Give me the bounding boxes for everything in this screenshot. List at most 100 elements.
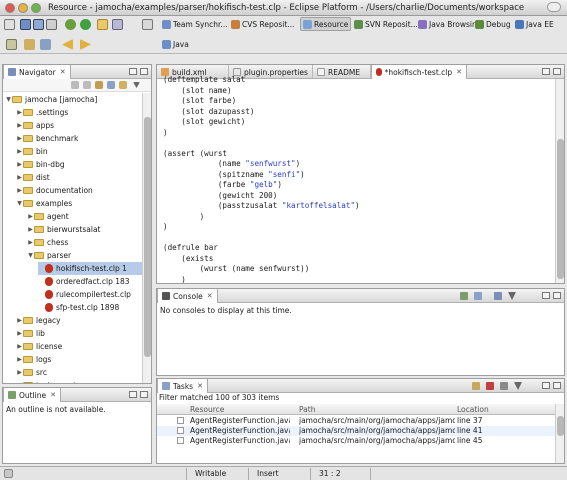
navigator-item[interactable]: ▶ bierwurstsalat: [27, 223, 142, 236]
perspective-resource[interactable]: Resource: [300, 17, 352, 31]
view-menu-icon[interactable]: [133, 82, 140, 88]
view-menu-icon[interactable]: [514, 382, 522, 390]
perspective-java[interactable]: Java: [160, 37, 191, 51]
minimize-icon[interactable]: [542, 68, 550, 75]
save-all-icon[interactable]: [33, 19, 44, 30]
minimize-window-button[interactable]: [18, 3, 28, 13]
tasks-scrollbar[interactable]: [555, 404, 564, 463]
open-folder-icon[interactable]: [97, 19, 108, 30]
perspective-svn[interactable]: SVN Reposit...: [352, 17, 420, 31]
tab-console[interactable]: Console ✕: [157, 289, 218, 303]
navigator-item[interactable]: ▶ .settings: [16, 106, 142, 119]
run-icon[interactable]: [80, 19, 91, 30]
navigator-item[interactable]: ▶ test-reports: [16, 379, 142, 383]
minimize-icon[interactable]: [542, 292, 550, 299]
build-icon[interactable]: [6, 39, 17, 50]
navigator-item[interactable]: ▶ logs: [16, 353, 142, 366]
navigator-item[interactable]: ▼ parser: [27, 249, 142, 262]
tab-navigator[interactable]: Navigator ✕: [3, 65, 71, 79]
navigator-scrollbar[interactable]: [142, 93, 151, 383]
collapsed-arrow-icon[interactable]: ▶: [16, 135, 23, 142]
navigator-item[interactable]: ▶ apps: [16, 119, 142, 132]
code-editor[interactable]: (deftemplate salat (slot name) (slot far…: [163, 75, 550, 283]
fast-view-icon[interactable]: [4, 469, 13, 478]
perspective-debug[interactable]: Debug: [473, 17, 513, 31]
close-icon[interactable]: ✕: [50, 391, 56, 399]
scrollbar-thumb[interactable]: [144, 117, 151, 357]
perspective-team-sync[interactable]: Team Synchr...: [160, 17, 230, 31]
collapsed-arrow-icon[interactable]: ▶: [16, 382, 23, 383]
maximize-icon[interactable]: [553, 382, 561, 389]
navigator-item[interactable]: ▶ documentation: [16, 184, 142, 197]
minimize-icon[interactable]: [129, 391, 137, 398]
task-checkbox[interactable]: [177, 437, 184, 444]
perspective-java-ee[interactable]: Java EE: [513, 17, 556, 31]
navigator-item[interactable]: ▶ src: [16, 366, 142, 379]
collapsed-arrow-icon[interactable]: ▶: [16, 187, 23, 194]
forward-icon[interactable]: [80, 39, 91, 50]
navigator-item[interactable]: ▶ license: [16, 340, 142, 353]
collapsed-arrow-icon[interactable]: ▶: [27, 226, 34, 233]
save-icon[interactable]: [20, 19, 31, 30]
column-path[interactable]: Path: [299, 405, 315, 414]
table-row[interactable]: AgentRegisterFunction.java jamocha/src/ma…: [157, 426, 555, 436]
zoom-window-button[interactable]: [31, 3, 41, 13]
navigator-item[interactable]: ▶ bin: [16, 145, 142, 158]
navigator-item[interactable]: rulecompilertest.clp: [38, 288, 142, 301]
collapse-all-icon[interactable]: [107, 81, 115, 89]
pin-console-icon[interactable]: [460, 292, 468, 300]
up-icon[interactable]: [95, 81, 103, 89]
minimize-icon[interactable]: [542, 382, 550, 389]
navigator-item[interactable]: ▶ chess: [27, 236, 142, 249]
toolbar-toggle-button[interactable]: [547, 2, 561, 12]
navigator-item[interactable]: ▶ agent: [27, 210, 142, 223]
navigator-item[interactable]: orderedfact.clp 183: [38, 275, 142, 288]
maximize-icon[interactable]: [553, 292, 561, 299]
pin-icon[interactable]: [24, 39, 35, 50]
editor-scrollbar[interactable]: [555, 79, 564, 283]
link-editor-icon[interactable]: [119, 81, 127, 89]
navigator-item[interactable]: ▶ bin-dbg: [16, 158, 142, 171]
collapsed-arrow-icon[interactable]: ▶: [16, 343, 23, 350]
maximize-icon[interactable]: [140, 391, 148, 398]
task-checkbox[interactable]: [177, 427, 184, 434]
filter-icon[interactable]: [500, 382, 508, 390]
delete-task-icon[interactable]: [486, 382, 494, 390]
close-icon[interactable]: ✕: [197, 382, 203, 390]
expanded-arrow-icon[interactable]: ▼: [27, 252, 34, 259]
collapsed-arrow-icon[interactable]: ▶: [16, 330, 23, 337]
tab-outline[interactable]: Outline ✕: [3, 388, 62, 402]
close-icon[interactable]: ✕: [60, 68, 66, 76]
collapsed-arrow-icon[interactable]: ▶: [16, 174, 23, 181]
collapsed-arrow-icon[interactable]: ▶: [16, 148, 23, 155]
collapsed-arrow-icon[interactable]: ▶: [16, 317, 23, 324]
collapsed-arrow-icon[interactable]: ▶: [27, 239, 34, 246]
print-icon[interactable]: [46, 19, 57, 30]
back-nav-icon[interactable]: [71, 81, 79, 89]
close-window-button[interactable]: [5, 3, 15, 13]
open-perspective-icon[interactable]: [142, 19, 153, 30]
collapsed-arrow-icon[interactable]: ▶: [16, 356, 23, 363]
back-icon[interactable]: [62, 39, 73, 50]
tools-icon[interactable]: [112, 19, 123, 30]
navigator-item[interactable]: ▼ jamocha [jamocha]: [5, 93, 142, 106]
collapsed-arrow-icon[interactable]: ▶: [27, 213, 34, 220]
collapsed-arrow-icon[interactable]: ▶: [16, 122, 23, 129]
navigator-item[interactable]: sfp-test.clp 1898: [38, 301, 142, 314]
maximize-icon[interactable]: [140, 68, 148, 75]
collapsed-arrow-icon[interactable]: ▶: [16, 161, 23, 168]
navigator-item[interactable]: ▶ benchmark: [16, 132, 142, 145]
new-icon[interactable]: [4, 19, 15, 30]
column-resource[interactable]: Resource: [190, 405, 224, 414]
expanded-arrow-icon[interactable]: ▼: [16, 200, 23, 207]
minimize-icon[interactable]: [129, 68, 137, 75]
navigator-item[interactable]: ▼ examples: [16, 197, 142, 210]
navigator-item[interactable]: hokifisch-test.clp 1: [38, 262, 142, 275]
close-icon[interactable]: ✕: [207, 292, 213, 300]
table-row[interactable]: AgentRegisterFunction.java jamocha/src/ma…: [157, 416, 555, 426]
scrollbar-thumb[interactable]: [557, 416, 564, 436]
debug-run-icon[interactable]: [65, 19, 76, 30]
navigator-item[interactable]: ▶ dist: [16, 171, 142, 184]
forward-nav-icon[interactable]: [83, 81, 91, 89]
collapsed-arrow-icon[interactable]: ▶: [16, 369, 23, 376]
